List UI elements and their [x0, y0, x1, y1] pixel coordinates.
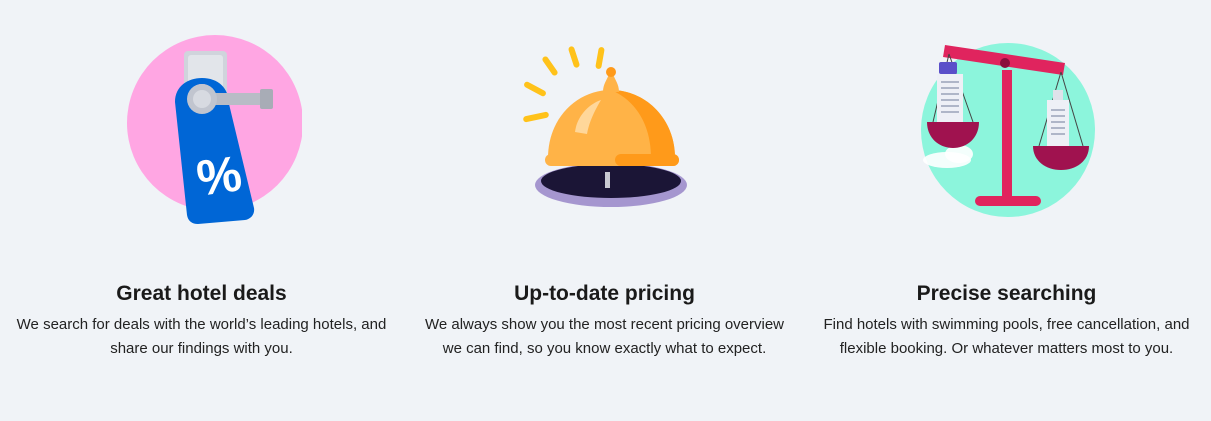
feature-great-hotel-deals: % Great hotel deals We search for deals … [0, 0, 403, 421]
svg-text:%: % [193, 145, 245, 207]
feature-title: Up-to-date pricing [514, 282, 695, 305]
feature-description: We always show you the most recent prici… [424, 316, 785, 357]
feature-description: Find hotels with swimming pools, free ca… [823, 316, 1190, 357]
service-bell-icon [505, 30, 705, 230]
feature-precise-searching: Precise searching Find hotels with swimm… [805, 0, 1208, 421]
door-hanger-discount-icon: % [102, 30, 302, 230]
feature-up-to-date-pricing: Up-to-date pricing We always show you th… [403, 0, 806, 421]
feature-title: Great hotel deals [116, 282, 287, 305]
feature-description: We search for deals with the world’s lea… [16, 316, 387, 357]
balance-scale-icon [907, 30, 1107, 230]
features-section: % Great hotel deals We search for deals … [0, 0, 1211, 421]
feature-title: Precise searching [916, 282, 1097, 305]
